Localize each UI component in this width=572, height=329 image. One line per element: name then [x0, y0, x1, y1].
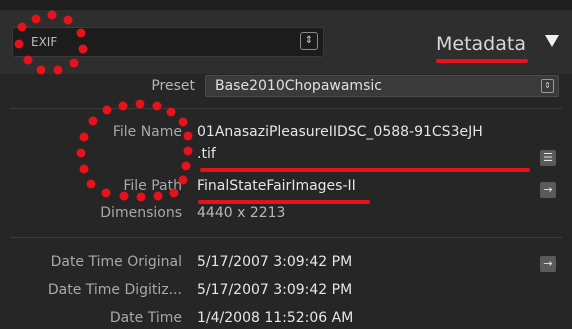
collapse-triangle-icon[interactable] — [545, 35, 559, 47]
section-divider — [10, 237, 562, 238]
annotation-dot — [79, 132, 89, 142]
panel-title[interactable]: Metadata — [436, 33, 526, 55]
go-to-arrow-icon[interactable]: → — [540, 256, 556, 272]
date-time-original-label: Date Time Original — [50, 254, 182, 270]
section-divider — [10, 108, 562, 109]
annotation-dot — [183, 146, 193, 156]
annotation-dot — [183, 131, 193, 141]
date-time-digitized-value[interactable]: 5/17/2007 3:09:42 PM — [197, 282, 352, 298]
preset-select[interactable]: Base2010Chopawamsic ⇕ — [205, 75, 559, 97]
file-name-value-line2[interactable]: .tif — [197, 146, 216, 162]
file-path-value[interactable]: FinalStateFairImages-II — [197, 178, 356, 194]
file-name-label: File Name — [112, 124, 182, 140]
annotation-dot — [152, 101, 162, 111]
updown-arrows-icon[interactable]: ⇕ — [300, 32, 318, 50]
annotation-dot — [118, 101, 128, 111]
annotation-dot — [181, 161, 191, 171]
file-path-label: File Path — [123, 178, 182, 194]
date-time-value[interactable]: 1/4/2008 11:52:06 AM — [197, 310, 353, 326]
dimensions-label: Dimensions — [100, 205, 182, 221]
date-time-digitized-label: Date Time Digitiz... — [47, 282, 182, 298]
updown-arrows-icon: ⇕ — [541, 79, 554, 93]
annotation-underline — [436, 59, 528, 63]
annotation-underline — [198, 200, 370, 204]
annotation-dot — [86, 179, 96, 189]
dimensions-value: 4440 x 2213 — [197, 205, 286, 221]
metadata-view-select-value: EXIF — [31, 35, 58, 49]
preset-row: Preset Base2010Chopawamsic ⇕ — [0, 74, 572, 98]
annotation-dot — [102, 105, 112, 115]
annotation-dot — [76, 148, 86, 158]
metadata-view-select[interactable]: EXIF — [12, 27, 324, 57]
annotation-dot — [79, 164, 89, 174]
list-icon[interactable]: ☰ — [540, 150, 556, 166]
annotation-dot — [101, 188, 111, 198]
preset-select-value: Base2010Chopawamsic — [215, 78, 382, 94]
preset-label: Preset — [151, 78, 195, 94]
file-name-value-line1[interactable]: 01AnasaziPleasureIIDSC_0588-91CS3eJH — [197, 124, 483, 140]
go-to-arrow-icon[interactable]: → — [540, 182, 556, 198]
top-strip — [0, 0, 572, 10]
date-time-label: Date Time — [109, 310, 182, 326]
annotation-underline — [200, 168, 530, 172]
annotation-dot — [88, 116, 98, 126]
date-time-original-value[interactable]: 5/17/2007 3:09:42 PM — [197, 254, 352, 270]
